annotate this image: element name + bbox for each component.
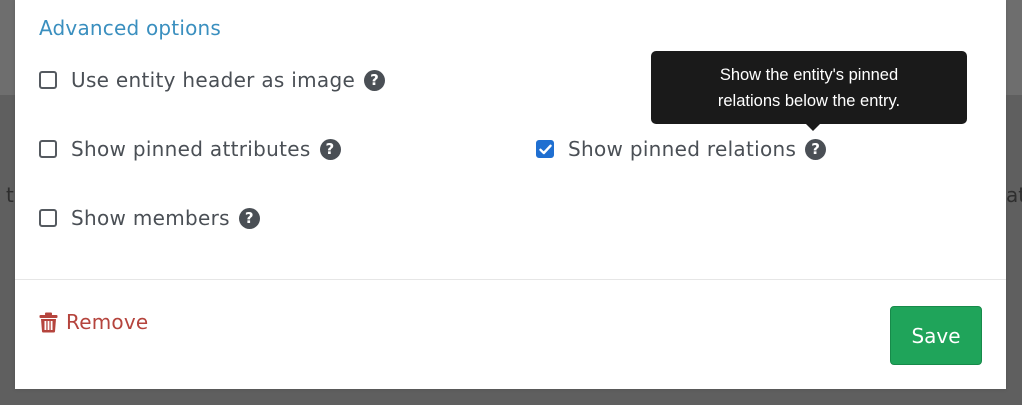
checkmark-icon	[538, 144, 552, 154]
option-label: Show pinned attributes	[71, 137, 311, 161]
option-show-pinned-relations[interactable]: Show pinned relations ?	[536, 137, 827, 161]
option-show-members[interactable]: Show members ?	[39, 206, 260, 230]
footer-divider	[15, 279, 1006, 280]
remove-button[interactable]: Remove	[39, 310, 148, 334]
option-use-entity-header-as-image[interactable]: Use entity header as image ?	[39, 68, 386, 92]
option-label: Show members	[71, 206, 230, 230]
option-label: Show pinned relations	[568, 137, 797, 161]
question-circle-icon[interactable]: ?	[364, 69, 386, 91]
help-tooltip: Show the entity's pinned relations below…	[651, 51, 967, 124]
tooltip-line-1: Show the entity's pinned	[719, 66, 899, 84]
advanced-options-title: Advanced options	[39, 16, 222, 40]
checkbox-show-pinned-attributes[interactable]	[39, 140, 57, 158]
checkbox-use-entity-header-as-image[interactable]	[39, 71, 57, 89]
question-circle-icon[interactable]: ?	[805, 138, 827, 160]
tooltip-line-2: relations below the entry.	[717, 92, 901, 110]
question-circle-icon[interactable]: ?	[238, 207, 260, 229]
checkbox-show-members[interactable]	[39, 209, 57, 227]
backdrop-text-right: at	[1006, 183, 1022, 207]
option-show-pinned-attributes[interactable]: Show pinned attributes ?	[39, 137, 341, 161]
remove-label: Remove	[66, 310, 149, 334]
save-button[interactable]: Save	[890, 306, 982, 365]
tooltip-arrow	[806, 124, 820, 131]
option-label: Use entity header as image	[71, 68, 356, 92]
trash-icon	[39, 312, 58, 332]
checkbox-show-pinned-relations[interactable]	[536, 140, 554, 158]
question-circle-icon[interactable]: ?	[319, 138, 341, 160]
backdrop-text-left: t	[6, 183, 14, 207]
